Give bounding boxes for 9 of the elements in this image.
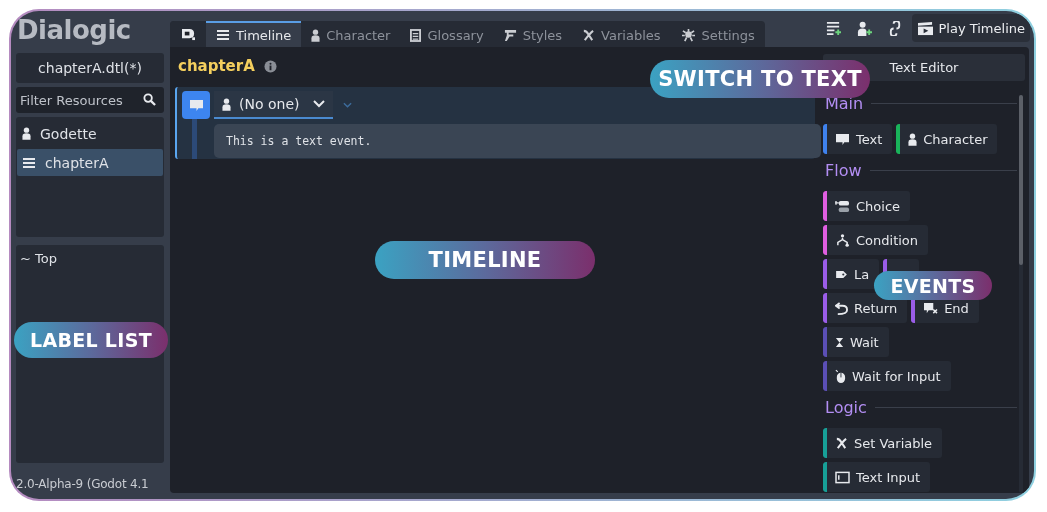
callout-tooltip: LABEL LIST (14, 322, 168, 358)
dialogic-logo: Dialogic (16, 15, 131, 47)
version-text: 2.0-Alpha-9 (Godot 4.1 (16, 477, 150, 493)
section-title: Logic (825, 397, 867, 417)
timeline-name: chapterA (178, 57, 255, 75)
callout-tooltip: TIMELINE (375, 241, 595, 279)
callout-tooltip: SWITCH TO TEXT (650, 60, 870, 98)
callout-tooltip: EVENTS (874, 271, 992, 300)
section-title: Flow (825, 160, 862, 180)
